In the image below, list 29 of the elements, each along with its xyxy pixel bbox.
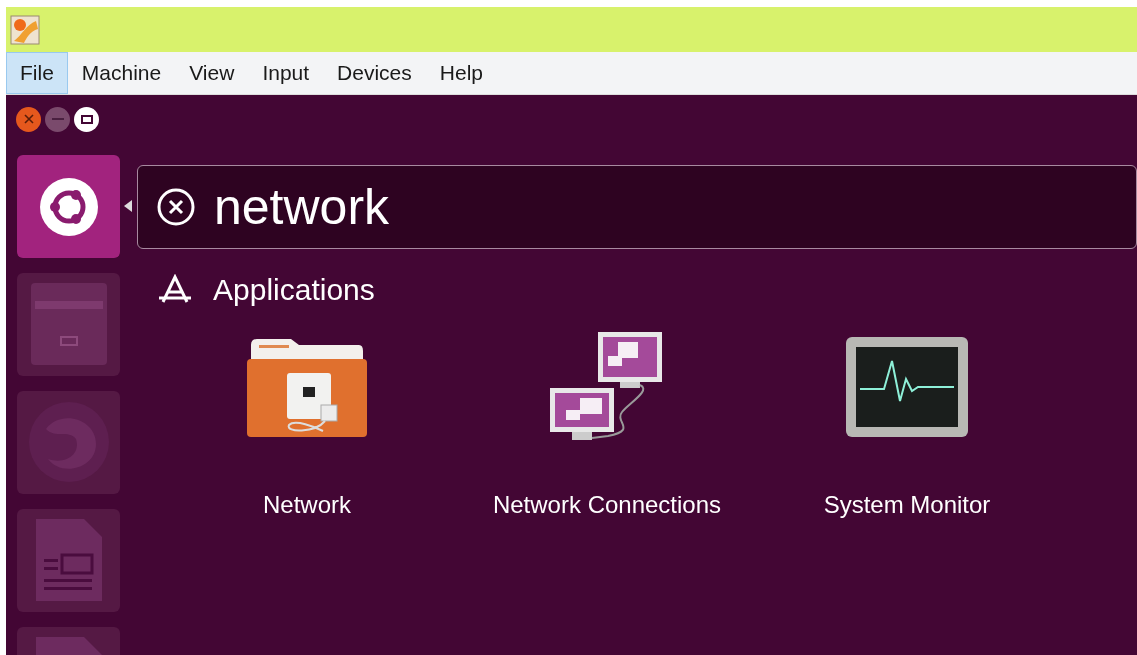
pulse-monitor-icon (844, 335, 970, 439)
applications-icon (157, 274, 193, 304)
launcher-item[interactable] (17, 155, 120, 258)
app-name: System Monitor (823, 490, 991, 520)
ubuntu-logo-icon (37, 175, 100, 238)
search-field[interactable]: network (137, 165, 1137, 249)
maximize-icon (80, 114, 93, 124)
selected-arrow-icon (124, 200, 132, 212)
app-name: Network Connections (492, 490, 722, 520)
menu-item[interactable]: View (175, 52, 249, 94)
close-icon (23, 114, 34, 124)
app-launcher[interactable]: Network (157, 327, 457, 523)
document-icon (33, 517, 104, 603)
menu-item[interactable]: Machine (67, 52, 176, 94)
clear-icon (156, 187, 196, 227)
app-name: Network (263, 490, 351, 520)
close-button[interactable] (16, 106, 41, 132)
menu-item[interactable]: Help (425, 52, 497, 94)
app-launcher[interactable]: Network Connections (457, 327, 757, 523)
app-logo-icon (10, 14, 40, 45)
section-heading: Applications (213, 271, 375, 308)
menu-item[interactable]: Input (248, 52, 324, 94)
minimize-icon (51, 118, 64, 120)
app-launcher[interactable]: System Monitor (757, 327, 1057, 523)
drawer-icon (28, 281, 109, 367)
menu-item[interactable]: File (6, 52, 68, 94)
menu-item[interactable]: Devices (323, 52, 426, 94)
search-input[interactable]: network (214, 169, 814, 245)
maximize-button[interactable] (74, 106, 99, 132)
